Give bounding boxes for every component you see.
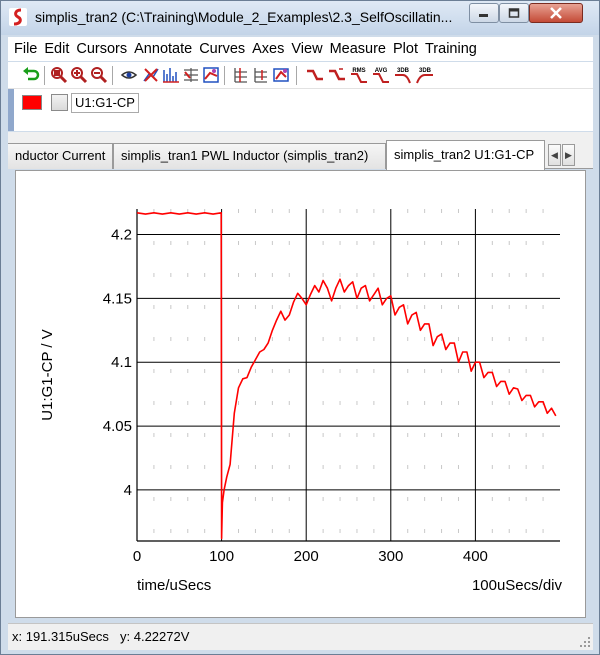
maximize-icon bbox=[508, 8, 520, 18]
tab-strip: nductor Current simplis_tran1 PWL Induct… bbox=[8, 132, 593, 170]
plot-grid bbox=[137, 209, 560, 541]
combine-icon[interactable] bbox=[202, 66, 220, 84]
x-scale-label: 100uSecs/div bbox=[472, 577, 563, 594]
stack-grid-icon[interactable] bbox=[232, 66, 250, 84]
y-tick-label: 4.15 bbox=[103, 290, 132, 307]
menu-training[interactable]: Training bbox=[421, 41, 480, 57]
zoom-fit-icon[interactable] bbox=[50, 66, 68, 84]
close-icon bbox=[550, 7, 562, 19]
menu-edit[interactable]: Edit bbox=[41, 41, 73, 57]
3db-low-icon[interactable]: 3DB bbox=[416, 66, 434, 84]
window-title: simplis_tran2 (C:\Training\Module_2_Exam… bbox=[35, 9, 453, 25]
application-window: simplis_tran2 (C:\Training\Module_2_Exam… bbox=[0, 0, 600, 655]
delete-curve-icon[interactable] bbox=[142, 66, 160, 84]
plot-axes bbox=[136, 209, 560, 542]
menu-plot[interactable]: Plot bbox=[389, 41, 421, 57]
avg-icon[interactable]: AVG bbox=[372, 66, 390, 84]
curve-select-checkbox[interactable] bbox=[51, 94, 68, 111]
tab-simplis-tran2[interactable]: simplis_tran2 U1:G1-CP bbox=[386, 140, 545, 170]
menu-measure[interactable]: Measure bbox=[326, 41, 389, 57]
tab-inductor-current[interactable]: nductor Current bbox=[8, 143, 113, 169]
legend-stripe bbox=[8, 89, 14, 131]
measure-rise-icon[interactable] bbox=[306, 66, 324, 84]
menu-curves[interactable]: Curves bbox=[196, 41, 249, 57]
zoom-out-icon[interactable] bbox=[90, 66, 108, 84]
toolbar: RMS AVG 3DB 3DB bbox=[8, 62, 593, 89]
minimize-icon bbox=[479, 14, 488, 17]
fourier-icon[interactable] bbox=[162, 66, 180, 84]
view-eye-icon[interactable] bbox=[120, 66, 138, 84]
x-tick-label: 300 bbox=[378, 548, 403, 565]
resize-grip-icon[interactable] bbox=[579, 636, 591, 648]
tick-labels: 0 100 200 300 400 4 4.05 4.1 4.15 4.2 bbox=[103, 227, 488, 565]
3db-low-text: 3DB bbox=[419, 68, 432, 74]
curve-legend-label[interactable]: U1:G1-CP bbox=[71, 93, 139, 113]
toolbar-separator bbox=[112, 66, 113, 85]
toolbar-separator bbox=[296, 66, 297, 85]
curve-color-swatch[interactable] bbox=[22, 95, 42, 110]
x-tick-label: 200 bbox=[294, 548, 319, 565]
x-axis-label: time/uSecs bbox=[137, 577, 211, 594]
grid-add-icon[interactable] bbox=[182, 66, 200, 84]
tab-scroll-right-button[interactable]: ▶ bbox=[562, 144, 575, 166]
minimize-button[interactable] bbox=[469, 3, 499, 23]
3db-high-text: 3DB bbox=[397, 68, 410, 74]
measure-fall-icon[interactable] bbox=[328, 66, 346, 84]
x-tick-label: 100 bbox=[209, 548, 234, 565]
menu-axes[interactable]: Axes bbox=[249, 41, 288, 57]
x-tick-label: 0 bbox=[133, 548, 141, 565]
y-tick-label: 4.05 bbox=[103, 418, 132, 435]
maximize-button[interactable] bbox=[499, 3, 529, 23]
y-tick-label: 4.1 bbox=[111, 354, 132, 371]
toolbar-separator bbox=[224, 66, 225, 85]
menu-view[interactable]: View bbox=[288, 41, 326, 57]
y-tick-label: 4 bbox=[124, 482, 132, 499]
rms-icon[interactable]: RMS bbox=[350, 66, 368, 84]
menu-bar: File Edit Cursors Annotate Curves Axes V… bbox=[8, 37, 593, 61]
title-bar[interactable]: simplis_tran2 (C:\Training\Module_2_Exam… bbox=[1, 1, 599, 35]
waveform-plot[interactable]: 0 100 200 300 400 4 4.05 4.1 4.15 4.2 U1:G1-CP / … bbox=[16, 171, 585, 617]
cursor-y-readout: y: 4.22272V bbox=[120, 629, 190, 644]
y-tick-label: 4.2 bbox=[111, 227, 132, 244]
menu-annotate[interactable]: Annotate bbox=[131, 41, 196, 57]
simplis-app-icon bbox=[9, 8, 27, 26]
x-tick-label: 400 bbox=[463, 548, 488, 565]
close-button[interactable] bbox=[529, 3, 583, 23]
curve-legend-bar: U1:G1-CP bbox=[8, 89, 593, 131]
status-bar: x: 191.315uSecs y: 4.22272V bbox=[8, 623, 593, 650]
tab-simplis-tran1-pwl[interactable]: simplis_tran1 PWL Inductor (simplis_tran… bbox=[113, 143, 386, 169]
axis-tool-icon[interactable] bbox=[272, 66, 290, 84]
toolbar-separator bbox=[44, 66, 45, 85]
cursor-x-readout: x: 191.315uSecs bbox=[12, 629, 109, 644]
undo-icon[interactable] bbox=[22, 66, 40, 84]
split-grid-icon[interactable] bbox=[252, 66, 270, 84]
3db-high-icon[interactable]: 3DB bbox=[394, 66, 412, 84]
tab-scroll-left-button[interactable]: ◀ bbox=[548, 144, 561, 166]
zoom-in-icon[interactable] bbox=[70, 66, 88, 84]
menu-file[interactable]: File bbox=[8, 41, 41, 57]
plot-area[interactable]: 0 100 200 300 400 4 4.05 4.1 4.15 4.2 U1:G1-CP / … bbox=[15, 170, 586, 618]
menu-cursors[interactable]: Cursors bbox=[73, 41, 131, 57]
y-axis-label: U1:G1-CP / V bbox=[39, 329, 56, 420]
